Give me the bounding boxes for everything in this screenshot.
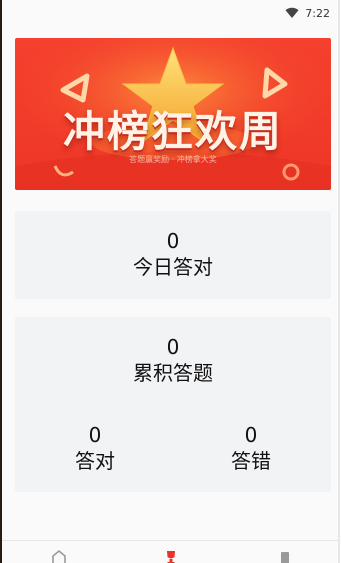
promo-banner[interactable]: 冲榜狂欢周 答题赢奖励 · 冲榜拿大奖	[15, 38, 331, 190]
profile-icon[interactable]	[278, 549, 292, 563]
wrong-label: 答错	[231, 449, 271, 473]
total-answered-value: 0	[166, 335, 180, 359]
today-correct-value: 0	[166, 229, 180, 253]
today-correct-label: 今日答对	[133, 255, 213, 279]
correct-stat: 0 答对	[45, 423, 145, 475]
status-bar: 7:22	[2, 0, 340, 26]
phone-screen: 7:22 冲榜狂欢周 答题赢奖励 · 冲榜拿大奖 0 今日答对 0 累积答题 0…	[2, 0, 340, 563]
stats-card: 0 累积答题 0 答对 0 答错	[15, 317, 331, 492]
status-time: 7:22	[305, 6, 330, 20]
home-icon[interactable]	[52, 549, 66, 563]
today-correct-card: 0 今日答对	[15, 211, 331, 299]
wifi-icon	[285, 7, 299, 18]
correct-value: 0	[88, 423, 102, 447]
trophy-icon[interactable]	[164, 549, 178, 563]
right-edge	[338, 0, 340, 563]
total-answered-label: 累积答题	[133, 361, 213, 385]
wrong-value: 0	[244, 423, 258, 447]
banner-subtitle: 答题赢奖励 · 冲榜拿大奖	[129, 155, 217, 164]
wrong-stat: 0 答错	[201, 423, 301, 475]
total-answered: 0 累积答题	[15, 335, 331, 387]
bottom-nav	[2, 540, 340, 563]
banner-title: 冲榜狂欢周	[62, 107, 283, 156]
correct-label: 答对	[75, 449, 115, 473]
